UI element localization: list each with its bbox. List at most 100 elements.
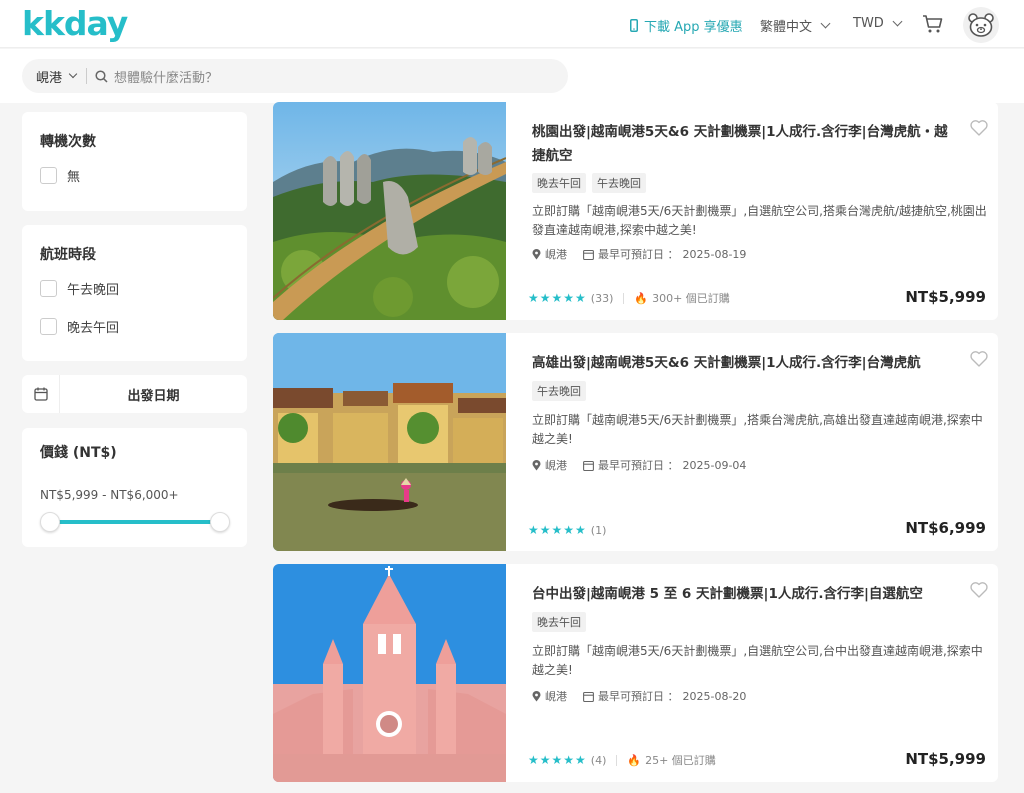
product-location: 峴港 xyxy=(545,690,567,703)
checkbox[interactable] xyxy=(40,318,57,335)
location-pin-icon xyxy=(532,459,541,470)
product-description: 立即訂購「越南峴港5天/6天計劃機票」,搭乘台灣虎航,高雄出發直達越南峴港,探索… xyxy=(532,413,983,446)
product-title[interactable]: 台中出發|越南峴港 5 至 6 天計劃機票|1人成行.含行李|自選航空 xyxy=(532,582,952,606)
flight-time-filter: 航班時段 午去晚回 晚去午回 xyxy=(22,225,247,361)
product-meta: 峴港 最早可預訂日 ： 2025-08-20 xyxy=(532,688,746,704)
checkbox-label: 晚去午回 xyxy=(67,321,120,336)
product-card[interactable]: 高雄出發|越南峴港5天&6 天計劃機票|1人成行.含行李|台灣虎航 午去晚回 立… xyxy=(273,333,998,551)
product-rating: ★★★★★ (1) xyxy=(528,523,606,537)
product-rating: ★★★★★ (4) 🔥 25+ 個已訂購 xyxy=(528,752,716,768)
location-pin-icon xyxy=(532,248,541,259)
product-description: 立即訂購「越南峴港5天/6天計劃機票」,自選航空公司,台中出發直達越南峴港,探索… xyxy=(532,644,983,677)
calendar-button[interactable] xyxy=(22,375,60,413)
top-header: kkday 下載 App 享優惠 繁體中文 TWD xyxy=(0,0,1024,48)
product-date: 2025-08-19 xyxy=(682,247,747,261)
departure-date-label: 出發日期 xyxy=(127,388,180,404)
chevron-down-icon xyxy=(68,69,78,79)
product-rating: ★★★★★ (33) 🔥 300+ 個已訂購 xyxy=(528,290,730,306)
search-input[interactable]: 想體驗什麼活動？ xyxy=(114,67,218,86)
kkday-logo[interactable]: kkday xyxy=(22,4,128,43)
product-title[interactable]: 桃園出發|越南峴港5天&6 天計劃機票|1人成行.含行李|台灣虎航・越捷航空 xyxy=(532,120,952,168)
product-image-golden-bridge[interactable] xyxy=(273,102,506,320)
app-download-link[interactable]: 下載 App 享優惠 xyxy=(630,16,743,35)
price-range-text: NT$5,999 - NT$6,000+ xyxy=(40,488,179,502)
product-title[interactable]: 高雄出發|越南峴港5天&6 天計劃機票|1人成行.含行李|台灣虎航 xyxy=(532,351,952,375)
heart-icon[interactable] xyxy=(970,120,988,136)
search-icon xyxy=(95,69,108,83)
currency-selector[interactable]: TWD xyxy=(853,16,903,31)
transfers-title: 轉機次數 xyxy=(40,134,96,150)
checkbox[interactable] xyxy=(40,280,57,297)
search-bar[interactable]: 峴港 想體驗什麼活動？ xyxy=(22,59,568,93)
product-location: 峴港 xyxy=(545,248,567,261)
tag: 晚去午回 xyxy=(532,173,586,193)
departure-date-picker[interactable]: 出發日期 xyxy=(22,375,247,413)
review-count: (4) xyxy=(590,753,607,767)
phone-icon xyxy=(630,19,638,32)
fire-icon: 🔥 xyxy=(634,291,649,305)
language-label: 繁體中文 xyxy=(760,20,813,35)
transfers-filter: 轉機次數 無 xyxy=(22,112,247,211)
search-band: 峴港 想體驗什麼活動？ xyxy=(0,49,1024,103)
flight-time-option-2[interactable]: 晚去午回 xyxy=(40,317,119,336)
avatar[interactable] xyxy=(963,7,999,43)
price-filter: 價錢 (NT$) NT$5,999 - NT$6,000+ xyxy=(22,428,247,547)
flight-time-option-1[interactable]: 午去晚回 xyxy=(40,279,119,298)
product-price: NT$5,999 xyxy=(905,750,986,768)
star-icon: ★★★★★ xyxy=(528,523,587,537)
tag: 午去晚回 xyxy=(532,381,586,401)
heart-icon[interactable] xyxy=(970,582,988,598)
tag: 午去晚回 xyxy=(592,173,646,193)
location-pin-icon xyxy=(532,690,541,701)
chevron-down-icon xyxy=(820,18,831,29)
product-tags: 晚去午回 xyxy=(532,612,586,632)
calendar-icon xyxy=(583,249,594,260)
review-count: (33) xyxy=(590,291,614,305)
product-date: 2025-09-04 xyxy=(682,458,747,472)
bear-avatar-icon xyxy=(968,13,994,37)
product-meta: 峴港 最早可預訂日 ： 2025-09-04 xyxy=(532,457,746,473)
search-divider xyxy=(86,68,88,84)
location-label: 峴港 xyxy=(36,70,63,86)
calendar-icon xyxy=(583,691,594,702)
checkbox[interactable] xyxy=(40,167,57,184)
location-selector[interactable]: 峴港 xyxy=(22,67,78,86)
price-slider[interactable] xyxy=(40,512,230,532)
price-slider-track xyxy=(50,520,222,524)
product-date: 2025-08-20 xyxy=(682,689,747,703)
fire-icon: 🔥 xyxy=(627,753,642,767)
product-price: NT$5,999 xyxy=(905,288,986,306)
tag: 晚去午回 xyxy=(532,612,586,632)
price-slider-min-handle[interactable] xyxy=(40,512,60,532)
heart-icon[interactable] xyxy=(970,351,988,367)
currency-label: TWD xyxy=(853,16,884,31)
product-price: NT$6,999 xyxy=(905,519,986,537)
product-tags: 晚去午回 午去晚回 xyxy=(532,173,646,193)
product-location: 峴港 xyxy=(545,459,567,472)
product-card[interactable]: 台中出發|越南峴港 5 至 6 天計劃機票|1人成行.含行李|自選航空 晚去午回… xyxy=(273,564,998,782)
price-title: 價錢 (NT$) xyxy=(40,445,117,461)
language-selector[interactable]: 繁體中文 xyxy=(760,16,831,35)
product-meta: 峴港 最早可預訂日 ： 2025-08-19 xyxy=(532,246,746,262)
product-tags: 午去晚回 xyxy=(532,381,586,401)
flight-time-title: 航班時段 xyxy=(40,247,96,263)
calendar-icon xyxy=(33,387,48,401)
calendar-icon xyxy=(583,460,594,471)
product-date-label: 最早可預訂日 ： xyxy=(598,248,679,261)
product-date-label: 最早可預訂日 ： xyxy=(598,690,679,703)
product-image-hoi-an[interactable] xyxy=(273,333,506,551)
price-slider-max-handle[interactable] xyxy=(210,512,230,532)
transfers-option-none[interactable]: 無 xyxy=(40,166,80,185)
review-count: (1) xyxy=(590,523,607,537)
product-card[interactable]: 桃園出發|越南峴港5天&6 天計劃機票|1人成行.含行李|台灣虎航・越捷航空 晚… xyxy=(273,102,998,320)
product-date-label: 最早可預訂日 ： xyxy=(598,459,679,472)
star-icon: ★★★★★ xyxy=(528,753,587,767)
booked-count: 300+ 個已訂購 xyxy=(652,292,730,305)
chevron-down-icon xyxy=(892,16,903,27)
product-image-pink-church[interactable] xyxy=(273,564,506,782)
cart-icon[interactable] xyxy=(922,14,944,34)
booked-count: 25+ 個已訂購 xyxy=(645,754,716,767)
checkbox-label: 無 xyxy=(67,170,81,185)
star-icon: ★★★★★ xyxy=(528,291,587,305)
product-description: 立即訂購「越南峴港5天/6天計劃機票」,自選航空公司,搭乘台灣虎航/越捷航空,桃… xyxy=(532,204,987,237)
